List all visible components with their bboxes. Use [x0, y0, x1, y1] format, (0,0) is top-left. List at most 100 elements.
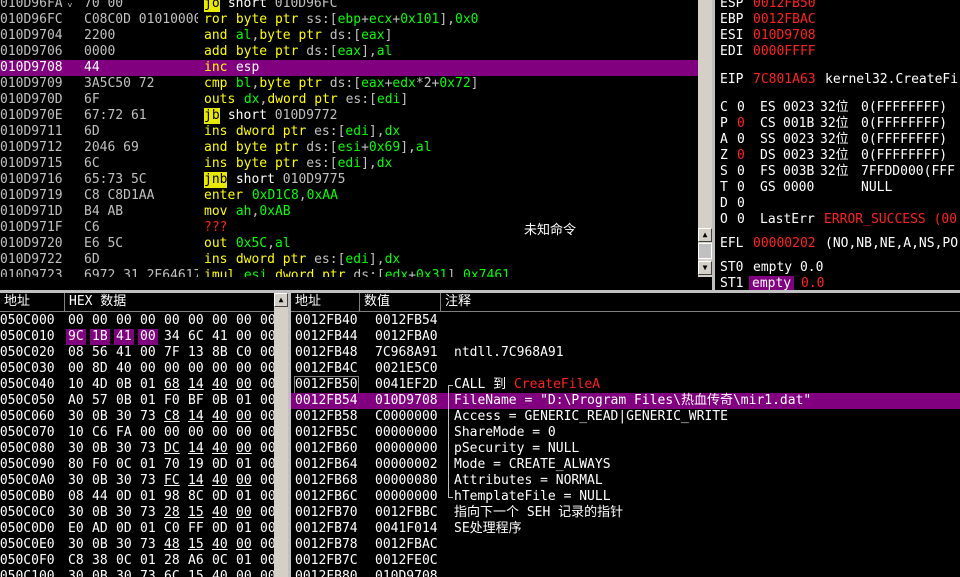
hexdump-row[interactable]: 0050C0B008440D01988C0D01000000000000009 [0, 489, 274, 505]
disasm-row[interactable]: 010D96FA ᵥ 70 00 jo short 010D96FC [0, 0, 698, 12]
hexdump-byte[interactable]: 30 [114, 473, 134, 489]
hexdump-byte[interactable]: 00 [234, 409, 254, 425]
hexdump-byte[interactable]: 00 [234, 569, 254, 577]
hexdump-byte[interactable]: FA [114, 425, 134, 441]
hexdump-byte[interactable]: 44 [90, 489, 110, 505]
hexdump-byte[interactable]: 00 [258, 329, 274, 345]
stack-row[interactable]: 0012FB5C 00000000 ShareMode = 0 [291, 425, 960, 441]
flag-row[interactable]: A 0 SS 0023 32位 0(FFFFFFFF) [715, 132, 960, 148]
disasm-row[interactable]: 010D970D 6F outs dx,dword ptr es:[edi] [0, 92, 698, 108]
hexdump-byte[interactable]: DC [162, 441, 182, 457]
stack-row[interactable]: 0012FB7C 0012FE0C [291, 553, 960, 569]
flag-row[interactable]: O 0 LastErr ERROR_SUCCESS (00 [715, 212, 960, 228]
scroll-up-icon[interactable]: ▲ [274, 293, 288, 307]
hexdump-byte[interactable]: 0B [90, 569, 110, 577]
hexdump-byte[interactable]: 73 [138, 409, 158, 425]
hexdump-row[interactable]: 0050C080300B3073DC144000000000000000000 [0, 441, 274, 457]
hexdump-byte[interactable]: 00 [258, 553, 274, 569]
hexdump-byte[interactable]: 30 [66, 505, 86, 521]
efl-row[interactable]: EFL 00000202 (NO,NB,NE,A,NS,PO [715, 236, 960, 252]
hexdump-byte[interactable]: 40 [210, 473, 230, 489]
stack-row[interactable]: 0012FB60 00000000 pSecurity = NULL [291, 441, 960, 457]
disasm-row[interactable]: 010D9709 3A5C50 72 cmp bl,byte ptr ds:[eax… [0, 76, 698, 92]
stack-row[interactable]: 0012FB74 0041F014 SE处理程序 [291, 521, 960, 537]
hexdump-byte[interactable]: 0D [210, 489, 230, 505]
hexdump-byte[interactable]: 08 [66, 345, 86, 361]
hexdump-byte[interactable]: 00 [234, 377, 254, 393]
hexdump-byte[interactable]: 00 [234, 537, 254, 553]
hexdump-byte[interactable]: 30 [114, 409, 134, 425]
scroll-thumb[interactable] [698, 243, 712, 259]
disasm-row[interactable]: 010D9704 2200 and al,byte ptr ds:[eax] [0, 28, 698, 44]
hexdump-byte[interactable]: 6C [162, 569, 182, 577]
stack-row[interactable]: 0012FB64 00000002 Mode = CREATE_ALWAYS [291, 457, 960, 473]
hexdump-byte[interactable]: 00 [258, 537, 274, 553]
hexdump-byte[interactable]: 15 [186, 537, 206, 553]
api-name-link[interactable]: CreateFileA [514, 377, 600, 392]
hexdump-byte[interactable]: 00 [138, 345, 158, 361]
flag-row[interactable]: Z 0 DS 0023 32位 0(FFFFFFFF) [715, 148, 960, 164]
hexdump-byte[interactable]: C8 [162, 409, 182, 425]
stack-row[interactable]: 0012FB44 0012FBA0 [291, 329, 960, 345]
hexdump-byte[interactable]: 15 [186, 569, 206, 577]
hexdump-byte[interactable]: 00 [258, 505, 274, 521]
hexdump-byte[interactable]: 0B [90, 505, 110, 521]
hexdump-byte[interactable]: 00 [66, 361, 86, 377]
hexdump-byte[interactable]: 19 [186, 457, 206, 473]
disassembly-pane[interactable]: 010D96FA ᵥ 70 00 jo short 010D96FC 010D96FC C… [0, 0, 698, 277]
disassembly-scrollbar[interactable]: ▲ ▼ [698, 0, 712, 277]
hexdump-byte[interactable]: 0D [114, 521, 134, 537]
hexdump-header-hex[interactable]: HEX 数据 [65, 293, 274, 311]
hexdump-byte[interactable]: 01 [234, 489, 254, 505]
hexdump-byte[interactable]: 00 [186, 361, 206, 377]
hexdump-byte[interactable]: 00 [138, 329, 158, 345]
hexdump-byte[interactable]: 00 [234, 425, 254, 441]
hexdump-byte[interactable]: 00 [186, 313, 206, 329]
hexdump-byte[interactable]: 08 [66, 489, 86, 505]
hexdump-byte[interactable]: 8D [90, 361, 110, 377]
stack-row[interactable]: 0012FB58 C0000000 Access = GENERIC_READ|GE… [291, 409, 960, 425]
stack-header-value[interactable]: 数值 [360, 293, 441, 311]
hexdump-byte[interactable]: F0 [90, 457, 110, 473]
hexdump-byte[interactable]: A0 [66, 393, 86, 409]
hexdump-byte[interactable]: 00 [258, 521, 274, 537]
hexdump-byte[interactable]: 98 [162, 489, 182, 505]
hexdump-byte[interactable]: 00 [234, 441, 254, 457]
fpu-st0-row[interactable]: ST0 empty 0.0 [715, 260, 960, 276]
hexdump-byte[interactable]: 00 [234, 473, 254, 489]
hexdump-byte[interactable]: 30 [114, 569, 134, 577]
hexdump-byte[interactable]: 00 [114, 313, 134, 329]
scroll-up-icon[interactable]: ▲ [698, 228, 712, 242]
hexdump-row[interactable]: 0050C0F0C8380C0128A60C01000000000000003 [0, 553, 274, 569]
hexdump-byte[interactable]: 01 [138, 377, 158, 393]
hexdump-row[interactable]: 0050C050A0570B01F0BF0B0100000000000000D [0, 393, 274, 409]
stack-row[interactable]: 0012FB6C 00000000 hTemplateFile = NULL [291, 489, 960, 505]
hexdump-byte[interactable]: 00 [162, 425, 182, 441]
hexdump-byte[interactable]: 30 [114, 441, 134, 457]
hexdump-byte[interactable]: 41 [114, 345, 134, 361]
stack-row[interactable]: 0012FB78 0012FBAC [291, 537, 960, 553]
hexdump-byte[interactable]: 00 [258, 473, 274, 489]
hexdump-byte[interactable]: 40 [210, 441, 230, 457]
stack-row[interactable]: 0012FB50 0041EF2D CALL 到 CreateFileA [291, 376, 960, 394]
disasm-row[interactable]: 010D971D B4 AB mov ah,0xAB [0, 204, 698, 220]
hexdump-byte[interactable]: 0B [210, 393, 230, 409]
hexdump-byte[interactable]: 00 [66, 313, 86, 329]
hexdump-row[interactable]: 0050C040104D0B0168144000000000000000000 [0, 377, 274, 393]
hexdump-row[interactable]: 0050C030008D400000000000000000000000000 [0, 361, 274, 377]
hexdump-byte[interactable]: 30 [114, 505, 134, 521]
hexdump-byte[interactable]: C0 [162, 521, 182, 537]
hexdump-byte[interactable]: 00 [210, 313, 230, 329]
hexdump-byte[interactable]: 0B [90, 409, 110, 425]
register-row[interactable]: ESI 010D9708 [715, 28, 960, 44]
hexdump-byte[interactable]: 01 [234, 393, 254, 409]
hexdump-byte[interactable]: 73 [138, 505, 158, 521]
hexdump-byte[interactable]: 73 [138, 537, 158, 553]
hexdump-byte[interactable]: 40 [210, 505, 230, 521]
hexdump-byte[interactable]: 00 [258, 425, 274, 441]
hexdump-row[interactable]: 0050C000000000000000000000000000000000B [0, 313, 274, 329]
hexdump-byte[interactable]: 00 [234, 329, 254, 345]
disasm-row[interactable]: 010D9723 6972 31 2E64617 imul esi,dword pt… [0, 268, 698, 277]
hexdump-byte[interactable]: 0B [90, 473, 110, 489]
hexdump-row[interactable]: 0050C09080F00C0170190D01000000000000006 [0, 457, 274, 473]
